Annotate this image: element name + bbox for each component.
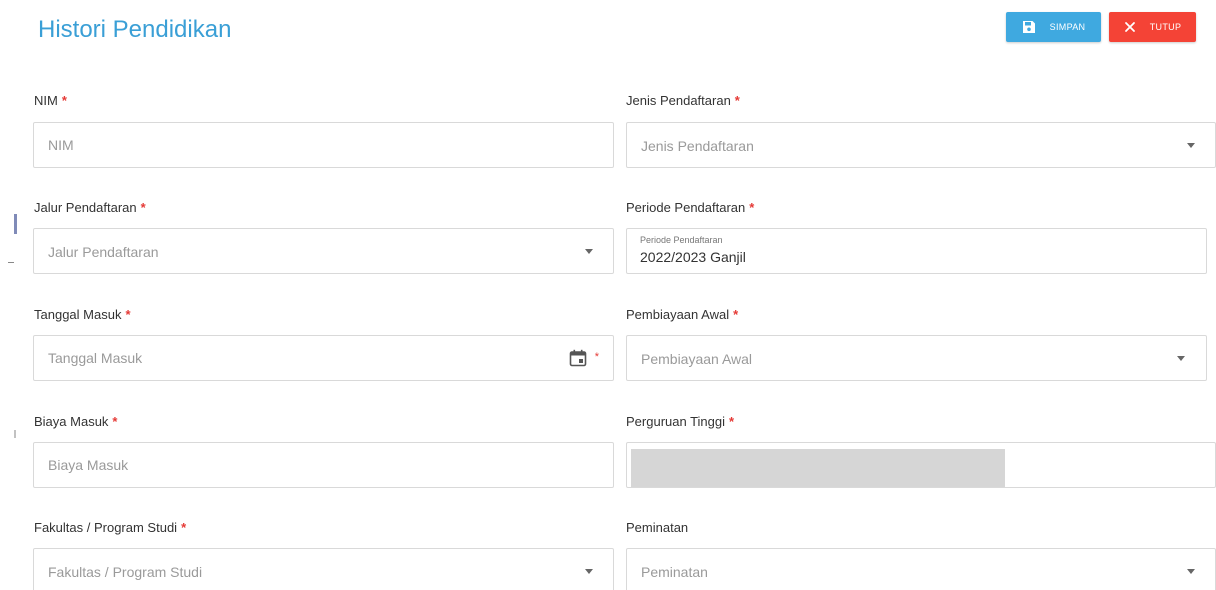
nim-input[interactable] — [34, 123, 613, 167]
close-icon — [1124, 22, 1135, 32]
periode-pendaftaran-field[interactable]: Periode Pendaftaran 2022/2023 Ganjil — [626, 228, 1207, 274]
biaya-masuk-label: Biaya Masuk * — [34, 414, 118, 429]
required-marker: * — [729, 414, 735, 429]
tanggal-masuk-label: Tanggal Masuk * — [34, 307, 131, 322]
pembiayaan-awal-placeholder: Pembiayaan Awal — [641, 351, 753, 367]
required-marker: * — [112, 414, 118, 429]
periode-pendaftaran-label: Periode Pendaftaran * — [626, 200, 755, 215]
chevron-down-icon[interactable] — [1187, 569, 1195, 574]
calendar-icon[interactable] — [569, 349, 587, 367]
biaya-masuk-field — [33, 442, 614, 488]
jenis-pendaftaran-placeholder: Jenis Pendaftaran — [641, 138, 754, 154]
tanggal-masuk-field: * — [33, 335, 614, 381]
left-edge-divider — [14, 430, 16, 438]
perguruan-tinggi-label: Perguruan Tinggi * — [626, 414, 735, 429]
required-marker: * — [61, 93, 67, 108]
peminatan-placeholder: Peminatan — [641, 564, 708, 580]
close-button-label: TUTUP — [1149, 22, 1182, 32]
jenis-pendaftaran-label: Jenis Pendaftaran * — [626, 93, 740, 108]
jalur-pendaftaran-select[interactable]: Jalur Pendaftaran — [33, 228, 614, 274]
chevron-down-icon[interactable] — [585, 569, 593, 574]
periode-pendaftaran-value: 2022/2023 Ganjil — [640, 249, 746, 265]
nim-label: NIM * — [34, 93, 67, 108]
save-button-label: SIMPAN — [1049, 22, 1086, 32]
page-title: Histori Pendidikan — [38, 16, 232, 43]
perguruan-tinggi-field[interactable] — [626, 442, 1216, 488]
left-edge-mark — [14, 214, 17, 234]
redacted-value — [631, 449, 1005, 487]
chevron-down-icon[interactable] — [1177, 356, 1185, 361]
jalur-pendaftaran-placeholder: Jalur Pendaftaran — [48, 244, 159, 260]
pembiayaan-awal-select[interactable]: Pembiayaan Awal — [626, 335, 1207, 381]
required-marker: * — [140, 200, 146, 215]
tanggal-masuk-input[interactable] — [34, 336, 613, 380]
nim-field — [33, 122, 614, 168]
periode-pendaftaran-inner-label: Periode Pendaftaran — [640, 235, 723, 245]
jalur-pendaftaran-label: Jalur Pendaftaran * — [34, 200, 146, 215]
jenis-pendaftaran-select[interactable]: Jenis Pendaftaran — [626, 122, 1216, 168]
histori-pendidikan-form-page: Histori Pendidikan SIMPAN TUTUP NIM* Jen… — [0, 0, 1216, 590]
fakultas-program-studi-label: Fakultas / Program Studi * — [34, 520, 187, 535]
fakultas-program-studi-placeholder: Fakultas / Program Studi — [48, 564, 203, 580]
chevron-down-icon[interactable] — [585, 249, 593, 254]
pembiayaan-awal-label: Pembiayaan Awal * — [626, 307, 739, 322]
required-marker: * — [181, 520, 187, 535]
peminatan-select[interactable]: Peminatan — [626, 548, 1216, 590]
save-button[interactable]: SIMPAN — [1006, 12, 1101, 42]
required-marker: * — [594, 351, 599, 363]
fakultas-program-studi-select[interactable]: Fakultas / Program Studi — [33, 548, 614, 590]
required-marker: * — [734, 93, 740, 108]
close-button[interactable]: TUTUP — [1109, 12, 1196, 42]
required-marker: * — [749, 200, 755, 215]
chevron-down-icon[interactable] — [1187, 143, 1195, 148]
left-edge-divider — [8, 262, 14, 263]
floppy-disk-icon — [1022, 21, 1035, 33]
required-marker: * — [125, 307, 131, 322]
peminatan-label: Peminatan — [626, 520, 689, 535]
required-marker: * — [733, 307, 739, 322]
biaya-masuk-input[interactable] — [34, 443, 613, 487]
